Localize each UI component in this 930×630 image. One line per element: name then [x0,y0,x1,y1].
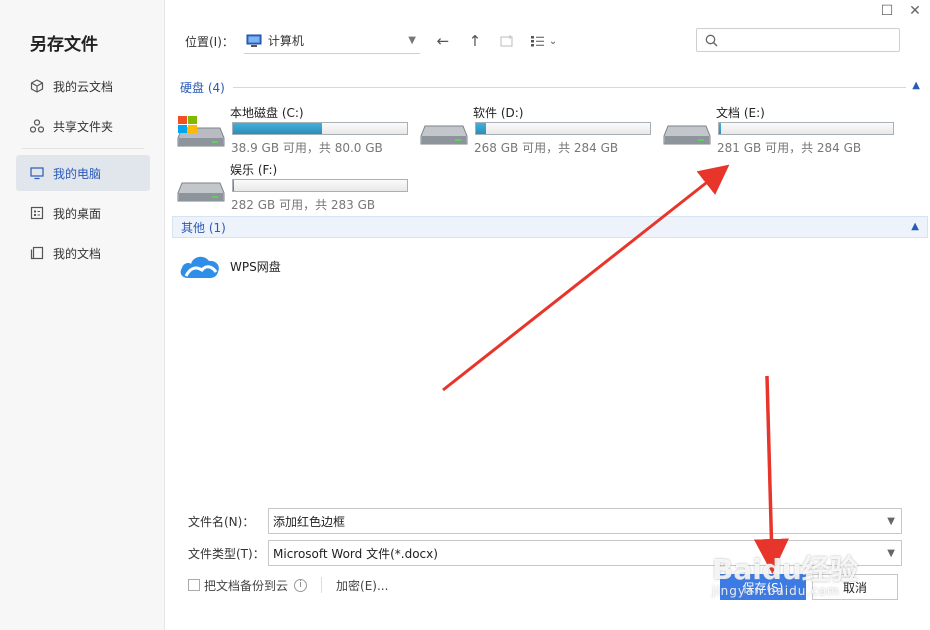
documents-icon [30,246,44,260]
save-button[interactable]: 保存(S) [720,574,806,600]
wps-cloud-item[interactable]: WPS网盘 [178,250,281,282]
sidebar-item-label: 我的文档 [53,246,102,261]
cancel-button[interactable]: 取消 [812,574,898,600]
location-dropdown[interactable]: 计算机 ▼ [243,28,420,54]
drive-name: 本地磁盘 (C:) [230,106,304,120]
sidebar-item-label: 我的电脑 [53,166,102,181]
sidebar-item-cloud-docs[interactable]: 我的云文档 [16,68,150,104]
up-arrow-icon[interactable]: ↑ [466,32,484,50]
filename-label: 文件名(N)： [188,514,255,529]
drive-name: 软件 (D:) [473,106,524,120]
close-icon[interactable]: ✕ [908,3,922,19]
info-icon[interactable]: i [294,578,308,592]
computer-icon [246,34,262,47]
group-header-disks[interactable]: 硬盘 (4) ▲ [172,76,928,98]
sidebar-item-label: 我的桌面 [53,206,102,221]
drive-item[interactable]: 本地磁盘 (C:) 38.9 GB 可用，共 80.0 GB [174,102,414,156]
collapse-icon[interactable]: ▲ [911,221,919,232]
sidebar-item-my-computer[interactable]: 我的电脑 [16,155,150,191]
drive-usage-fill [233,180,235,191]
drive-info: 281 GB 可用，共 284 GB [717,141,862,155]
cloud-doc-icon [30,79,44,93]
filename-row: 文件名(N)： 添加红色边框 ▼ [172,508,902,534]
filetype-label: 文件类型(T)： [188,546,265,561]
item-name: WPS网盘 [230,259,281,274]
drives-grid: 本地磁盘 (C:) 38.9 GB 可用，共 80.0 GB 软件 (D:) 2… [172,98,928,216]
group-label: 硬盘 (4) [180,80,225,95]
list-view-icon [530,36,544,47]
sidebar-divider [22,148,144,149]
drive-info: 268 GB 可用，共 284 GB [474,141,619,155]
new-folder-icon[interactable] [498,32,516,50]
sidebar-nav: 我的云文档 共享文件夹 我的电脑 我的桌面 我的文档 [16,68,150,275]
view-mode-button[interactable]: ⌄ [530,35,557,47]
desktop-icon [30,206,44,220]
filetype-row: 文件类型(T)： Microsoft Word 文件(*.docx) ▼ [172,540,902,566]
drive-name: 文档 (E:) [716,106,765,120]
encrypt-link[interactable]: 加密(E)... [336,577,388,594]
options-divider [321,577,323,593]
group-header-other[interactable]: 其他 (1) ▲ [172,216,928,238]
drive-usage-fill [233,123,322,134]
drive-usage-fill [476,123,487,134]
filename-value: 添加红色边框 [273,514,346,529]
maximize-icon[interactable]: ☐ [880,3,894,19]
drive-item[interactable]: 文档 (E:) 281 GB 可用，共 284 GB [660,102,900,156]
search-input[interactable] [696,28,900,52]
dialog-title: 另存文件 [30,35,98,55]
window-controls: ☐ ✕ [880,3,922,19]
location-label: 位置(I)： [185,34,234,49]
save-form: 文件名(N)： 添加红色边框 ▼ 文件类型(T)： Microsoft Word… [172,508,902,600]
wps-cloud-icon [180,256,219,278]
sidebar-item-shared-folder[interactable]: 共享文件夹 [16,108,150,144]
file-list: 硬盘 (4) ▲ 本地磁盘 (C:) 38.9 GB 可用，共 80.0 GB … [172,76,928,292]
sidebar: 另存文件 我的云文档 共享文件夹 我的电脑 我的桌面 我的文档 [0,0,165,630]
location-value: 计算机 [267,34,304,48]
drive-info: 282 GB 可用，共 283 GB [231,198,376,212]
drive-name: 娱乐 (F:) [230,163,278,177]
drive-usage-bar [718,122,894,135]
chevron-down-icon[interactable]: ▼ [887,516,895,527]
drive-usage-bar [475,122,651,135]
monitor-icon [30,167,44,180]
hard-drive-icon [420,125,468,145]
hard-drive-icon [663,125,711,145]
filetype-value: Microsoft Word 文件(*.docx) [273,546,438,561]
other-items: WPS网盘 [172,238,928,292]
sidebar-item-my-desktop[interactable]: 我的桌面 [16,195,150,231]
group-label: 其他 (1) [181,220,226,235]
backup-label: 把文档备份到云 [204,578,289,593]
drive-usage-bar [232,122,408,135]
drive-usage-fill [719,123,721,134]
chevron-down-icon: ⌄ [548,35,558,47]
chevron-down-icon[interactable]: ▼ [887,548,895,559]
drive-item[interactable]: 娱乐 (F:) 282 GB 可用，共 283 GB [174,159,414,213]
drive-item[interactable]: 软件 (D:) 268 GB 可用，共 284 GB [417,102,657,156]
windows-drive-icon [177,116,225,147]
toolbar: 位置(I)： 计算机 ▼ ← ↑ ⌄ [185,26,900,56]
search-icon [705,34,718,46]
share-folder-icon [30,119,44,133]
filetype-select[interactable]: Microsoft Word 文件(*.docx) ▼ [268,540,902,566]
backup-checkbox[interactable] [188,579,200,591]
back-arrow-icon[interactable]: ← [434,32,452,50]
hard-drive-icon [177,182,225,202]
sidebar-item-my-documents[interactable]: 我的文档 [16,235,150,271]
chevron-down-icon: ▼ [408,35,416,46]
sidebar-item-label: 共享文件夹 [53,119,114,134]
sidebar-item-label: 我的云文档 [53,79,114,94]
collapse-icon[interactable]: ▲ [912,80,920,91]
filename-input[interactable]: 添加红色边框 ▼ [268,508,902,534]
drive-info: 38.9 GB 可用，共 80.0 GB [231,141,383,155]
drive-usage-bar [232,179,408,192]
